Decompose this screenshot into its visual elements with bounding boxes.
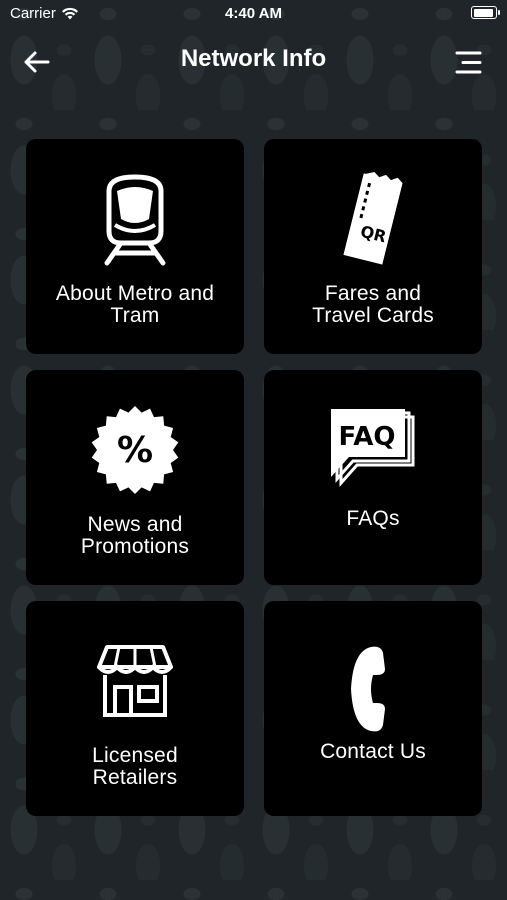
tile-label-line1: About Metro and bbox=[55, 282, 215, 305]
menu-icon bbox=[455, 51, 482, 74]
tile-licensed-retailers[interactable]: Licensed Retailers bbox=[26, 601, 244, 816]
tile-label-line2: Retailers bbox=[92, 766, 178, 789]
tile-label-line1: Fares and bbox=[324, 282, 422, 305]
tile-label-line1: Contact Us bbox=[320, 740, 426, 763]
percent-badge-icon: % bbox=[91, 406, 179, 494]
tile-label: News and Promotions bbox=[34, 514, 236, 558]
tile-label-line2: Travel Cards bbox=[312, 304, 434, 327]
tile-about-metro-and-tram[interactable]: About Metro and Tram bbox=[26, 139, 244, 354]
tile-label: Licensed Retailers bbox=[34, 745, 236, 789]
tile-label: About Metro and Tram bbox=[34, 283, 236, 327]
tile-contact-us[interactable]: Contact Us bbox=[264, 601, 482, 816]
tile-label-line1: FAQs bbox=[346, 507, 400, 530]
tile-label-line2: Tram bbox=[110, 304, 160, 327]
tile-label: Contact Us bbox=[272, 741, 474, 763]
phone-icon bbox=[351, 646, 393, 732]
percent-symbol: % bbox=[117, 430, 153, 471]
status-time: 4:40 AM bbox=[225, 5, 282, 22]
tile-label-line1: News and bbox=[87, 513, 183, 536]
tile-label-line2: Promotions bbox=[80, 535, 190, 558]
menu-button[interactable] bbox=[453, 50, 483, 76]
faq-text: FAQ bbox=[338, 422, 395, 452]
store-icon bbox=[97, 645, 173, 717]
tile-news-and-promotions[interactable]: % News and Promotions bbox=[26, 370, 244, 585]
menu-grid: About Metro and Tram QR Fares and Travel… bbox=[26, 139, 482, 816]
tile-label: FAQs bbox=[272, 508, 474, 530]
tile-label: Fares and Travel Cards bbox=[272, 283, 474, 327]
faq-bubble-icon: FAQ bbox=[331, 409, 415, 487]
tile-fares-and-travel-cards[interactable]: QR Fares and Travel Cards bbox=[264, 139, 482, 354]
status-bar: Carrier 4:40 AM bbox=[0, 0, 507, 28]
tile-faqs[interactable]: FAQ FAQs bbox=[264, 370, 482, 585]
navigation-bar: Network Info bbox=[0, 38, 507, 84]
tram-icon bbox=[104, 174, 166, 266]
tile-label-line1: Licensed bbox=[92, 744, 178, 767]
page-title: Network Info bbox=[180, 45, 327, 72]
ticket-qr-icon: QR bbox=[343, 171, 403, 265]
battery-icon bbox=[471, 6, 500, 19]
battery-level bbox=[473, 8, 493, 17]
